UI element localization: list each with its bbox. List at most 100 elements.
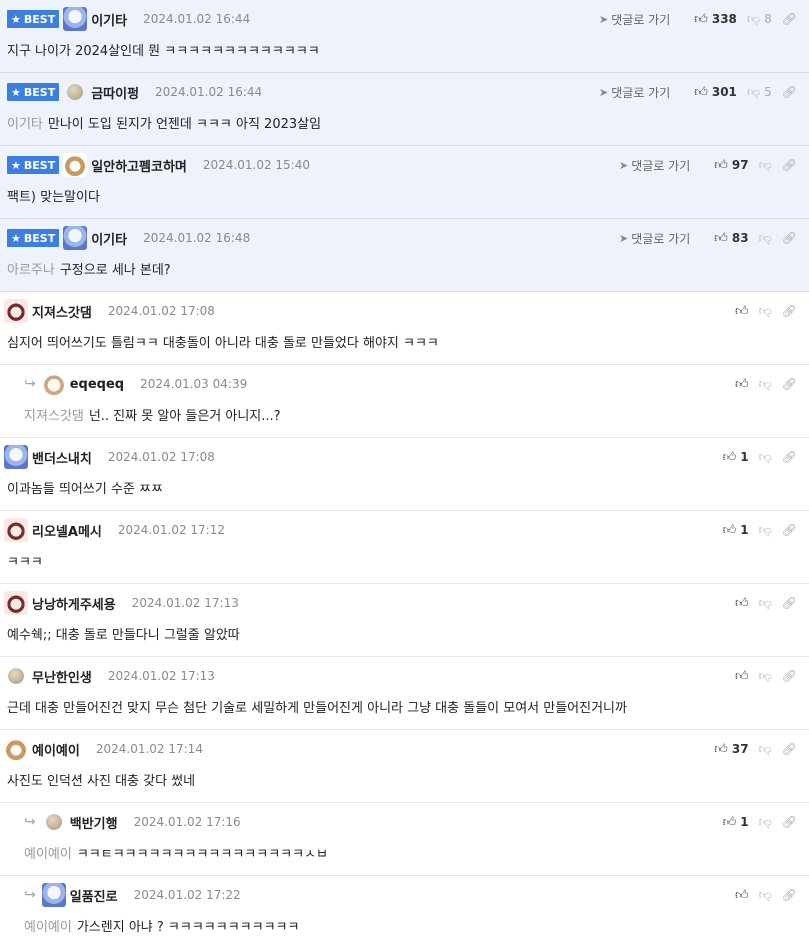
comment-text: ㅋㅋㅋ	[7, 555, 43, 570]
goto-comment-link[interactable]: ➤ 댓글로 가기	[599, 11, 670, 28]
author-name[interactable]: 일품진로	[70, 886, 118, 905]
comment-body: 심지어 띄어쓰기도 틀림ㅋㅋ 대충돌이 아니라 대충 돌로 만들었다 해야지 ㅋ…	[7, 332, 439, 351]
dislike-button[interactable]: 👎︎	[759, 231, 772, 246]
like-button[interactable]: 👍︎	[735, 596, 749, 611]
permalink-button[interactable]: 🔗︎	[782, 304, 797, 318]
like-button[interactable]: 👍︎ 37	[714, 742, 748, 757]
permalink-button[interactable]: 🔗︎	[782, 377, 797, 391]
dislike-button[interactable]: 👎︎	[759, 523, 772, 538]
permalink-button[interactable]: 🔗︎	[782, 158, 797, 172]
mention-name[interactable]: 지져스갓댐	[24, 409, 84, 424]
author-name[interactable]: 낭낭하게주세용	[32, 594, 116, 613]
avatar[interactable]	[42, 810, 66, 834]
author-name[interactable]: 백반기행	[70, 813, 118, 832]
like-button[interactable]: 👍︎ 97	[714, 158, 748, 173]
dislike-button[interactable]: 👎︎	[759, 450, 772, 465]
avatar[interactable]	[4, 445, 28, 469]
mention-name[interactable]: 예이예이	[24, 920, 72, 935]
permalink-button[interactable]: 🔗︎	[782, 596, 797, 610]
avatar[interactable]	[63, 226, 88, 250]
like-button[interactable]: 👍︎ 301	[694, 85, 737, 100]
link-icon: 🔗︎	[781, 669, 797, 683]
goto-comment-link[interactable]: ➤ 댓글로 가기	[599, 84, 670, 101]
mention-name[interactable]: 이기타	[7, 117, 43, 132]
paper-plane-icon: ➤	[599, 12, 609, 26]
like-count: 97	[731, 158, 749, 172]
dislike-button[interactable]: 👎︎	[759, 158, 772, 173]
thumbs-up-icon: 👍︎	[722, 449, 737, 465]
author-name[interactable]: 리오넬A메시	[32, 521, 102, 540]
comment-actions: 👍︎ 👎︎ 🔗︎	[725, 592, 797, 614]
comment-header: ↪ eqeqeq 2024.01.03 04:39 👍︎ 👎︎ 🔗︎	[24, 372, 809, 396]
dislike-button[interactable]: 👎︎	[759, 669, 772, 684]
mention-name[interactable]: 아르주나	[7, 263, 55, 278]
comment-actions: 👍︎ 👎︎ 🔗︎	[725, 300, 797, 322]
comment-text: ㅋㅋㅌㅋㅋㅋㅋㅋㅋㅋㅋㅋㅋㅋㅋㅋㅋㅋㅋㅅㅂ	[76, 847, 329, 862]
comment-date: 2024.01.02 17:22	[133, 888, 241, 902]
permalink-button[interactable]: 🔗︎	[782, 85, 797, 99]
dislike-button[interactable]: 👎︎	[759, 742, 772, 757]
dislike-button[interactable]: 👎︎	[759, 377, 772, 392]
author-name[interactable]: 일안하고펨코하며	[91, 156, 187, 175]
avatar[interactable]	[4, 737, 28, 761]
best-badge: ★ BEST	[7, 229, 60, 247]
author-name[interactable]: 이기타	[91, 229, 127, 248]
avatar[interactable]	[4, 664, 28, 688]
permalink-button[interactable]: 🔗︎	[782, 669, 797, 683]
permalink-button[interactable]: 🔗︎	[782, 815, 797, 829]
like-button[interactable]: 👍︎ 1	[723, 815, 749, 830]
author-name[interactable]: 예이예이	[32, 740, 80, 759]
avatar[interactable]	[63, 153, 88, 177]
comment-body: 아르주나 구정으로 세나 본데?	[7, 259, 171, 278]
avatar[interactable]	[4, 591, 28, 615]
author-name[interactable]: 금따이펑	[91, 83, 139, 102]
avatar[interactable]	[4, 518, 28, 542]
thumbs-up-icon: 👍︎	[714, 157, 728, 173]
comment-actions: ➤ 댓글로 가기 👍︎ 97 👎︎ 🔗︎	[619, 154, 797, 176]
avatar[interactable]	[4, 299, 28, 323]
like-button[interactable]: 👍︎ 83	[714, 231, 748, 246]
like-button[interactable]: 👍︎ 1	[723, 523, 749, 538]
permalink-button[interactable]: 🔗︎	[782, 12, 797, 26]
avatar[interactable]	[63, 7, 88, 31]
like-button[interactable]: 👍︎	[735, 304, 749, 319]
mention-name[interactable]: 예이예이	[24, 847, 72, 862]
like-button[interactable]: 👍︎	[735, 669, 749, 684]
permalink-button[interactable]: 🔗︎	[782, 523, 797, 537]
avatar[interactable]	[41, 883, 66, 907]
like-count: 338	[711, 12, 737, 26]
comment-header: 리오넬A메시 2024.01.02 17:12 👍︎ 1 👎︎ 🔗︎	[0, 518, 809, 542]
avatar[interactable]	[63, 80, 87, 104]
paper-plane-icon: ➤	[619, 231, 629, 245]
author-name[interactable]: 이기타	[91, 10, 127, 29]
permalink-button[interactable]: 🔗︎	[782, 742, 797, 756]
author-name[interactable]: eqeqeq	[70, 377, 124, 392]
thumbs-down-icon: 👎︎	[746, 84, 761, 100]
like-button[interactable]: 👍︎	[735, 888, 749, 903]
dislike-button[interactable]: 👎︎ 5	[747, 85, 772, 100]
dislike-button[interactable]: 👎︎	[759, 596, 772, 611]
link-icon: 🔗︎	[781, 158, 797, 172]
permalink-button[interactable]: 🔗︎	[782, 888, 797, 902]
author-name[interactable]: 무난한인생	[32, 667, 92, 686]
goto-comment-link[interactable]: ➤ 댓글로 가기	[619, 230, 690, 247]
permalink-button[interactable]: 🔗︎	[782, 231, 797, 245]
author-name[interactable]: 지져스갓댐	[32, 302, 92, 321]
like-button[interactable]: 👍︎ 338	[694, 12, 737, 27]
comment-date: 2024.01.02 16:44	[143, 12, 251, 26]
best-comment: ★ BEST 금따이펑 2024.01.02 16:44 ➤ 댓글로 가기 👍︎ 301 👎︎ 5…	[0, 73, 809, 146]
permalink-button[interactable]: 🔗︎	[782, 450, 797, 464]
like-count: 1	[740, 523, 749, 537]
dislike-button[interactable]: 👎︎	[759, 888, 772, 903]
comment-body: 이과놈들 띄어쓰기 수준 ㅉㅉ	[7, 478, 163, 497]
dislike-button[interactable]: 👎︎	[759, 304, 772, 319]
like-button[interactable]: 👍︎	[735, 377, 749, 392]
dislike-button[interactable]: 👎︎ 8	[747, 12, 772, 27]
avatar[interactable]	[41, 372, 66, 396]
dislike-button[interactable]: 👎︎	[759, 815, 772, 830]
like-button[interactable]: 👍︎ 1	[723, 450, 749, 465]
author-name[interactable]: 밴더스내치	[32, 448, 92, 467]
comment-text: 구정으로 세나 본데?	[59, 263, 171, 278]
comment: 밴더스내치 2024.01.02 17:08 👍︎ 1 👎︎ 🔗︎ 이과놈들 띄어쓰기 수준…	[0, 438, 809, 511]
goto-comment-link[interactable]: ➤ 댓글로 가기	[619, 157, 690, 174]
